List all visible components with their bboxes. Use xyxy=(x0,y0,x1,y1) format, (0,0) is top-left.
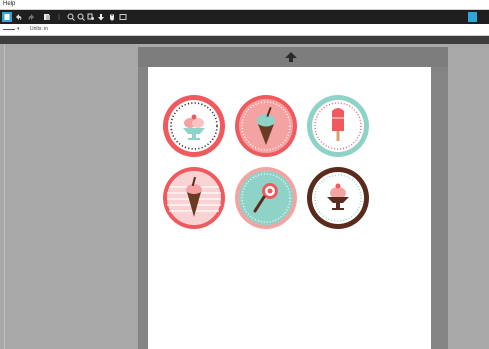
cone-mint-sticker[interactable] xyxy=(233,93,299,159)
toolbar xyxy=(0,10,489,24)
feed-arrow-icon[interactable] xyxy=(284,51,298,63)
cone-striped-sticker[interactable] xyxy=(161,165,227,231)
move-down-icon[interactable] xyxy=(96,12,106,22)
menu-help[interactable]: Help xyxy=(3,0,15,8)
pan-icon[interactable] xyxy=(107,12,117,22)
panel-divider xyxy=(4,44,5,349)
open-icon[interactable] xyxy=(42,12,52,22)
grid-icon[interactable] xyxy=(118,12,128,22)
popsicle-sticker[interactable] xyxy=(305,93,371,159)
lollipop-sticker[interactable] xyxy=(233,165,299,231)
zoom-fit-icon[interactable] xyxy=(86,12,96,22)
line-style-swatch[interactable] xyxy=(3,29,15,30)
zoom-out-icon[interactable] xyxy=(76,12,86,22)
new-icon[interactable] xyxy=(2,12,12,22)
units-field[interactable]: Units: in xyxy=(30,26,48,33)
panel-icon xyxy=(468,12,477,22)
ruler-strip xyxy=(0,36,489,44)
left-workspace xyxy=(0,44,138,349)
sundae-brown-sticker[interactable] xyxy=(305,165,371,231)
zoom-in-icon[interactable] xyxy=(66,12,76,22)
options-bar: ▾ Units: in xyxy=(0,24,489,36)
app-window: Help ▾ Units: in xyxy=(0,0,489,349)
undo-icon[interactable] xyxy=(14,12,24,22)
chevron-down-icon[interactable]: ▾ xyxy=(17,26,20,32)
separator-icon xyxy=(54,12,64,22)
sundae-cup-sticker[interactable] xyxy=(161,93,227,159)
redo-icon[interactable] xyxy=(26,12,36,22)
menu-bar: Help xyxy=(0,0,489,10)
panel-toggle[interactable] xyxy=(465,10,489,24)
right-workspace xyxy=(448,44,489,349)
